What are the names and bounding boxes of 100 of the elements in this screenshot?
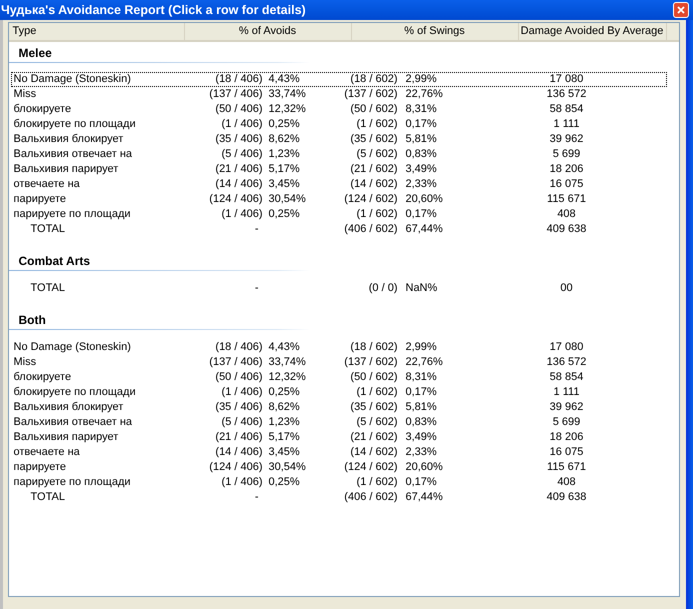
table-cell-text: 67,44% bbox=[406, 222, 443, 238]
table-row[interactable]: Вальхивия блокирует (35 / 406) 8,62% (35 / 602) 5,81% 39 962 bbox=[10, 132, 666, 147]
table-cell-text: (1 / 602) bbox=[356, 207, 398, 222]
table-cell-text: (0 / 0) bbox=[368, 281, 398, 296]
table-cell-text: TOTAL bbox=[30, 490, 65, 506]
table-row[interactable]: блокируете по площади (1 / 406) 0,25% (1 / 602) 0,17% 1 111 bbox=[10, 385, 666, 400]
table-cell-text: 1 111 bbox=[554, 117, 580, 132]
column-header[interactable]: Damage Avoided By Average bbox=[518, 23, 666, 40]
table-cell-text: 3,45% bbox=[268, 177, 300, 192]
table-cell-text: блокируете bbox=[14, 102, 72, 118]
table-cell-text: 136 572 bbox=[546, 87, 586, 102]
table-row[interactable]: TOTAL - (406 / 602) 67,44% 409 638 bbox=[10, 490, 666, 505]
table-row[interactable]: Вальхивия отвечает на (5 / 406) 1,23% (5 / 602) 0,83% 5 699 bbox=[10, 147, 666, 162]
table-cell-text: No Damage (Stoneskin) bbox=[14, 340, 131, 356]
table-cell-text: 16 075 bbox=[550, 445, 584, 460]
table-cell-text: (50 / 602) bbox=[350, 102, 398, 118]
table-row[interactable]: No Damage (Stoneskin) (18 / 406) 4,43% (18 / 602) 2,99% 17 080 bbox=[10, 72, 666, 87]
table-cell-text: NaN% bbox=[406, 281, 438, 296]
table-row[interactable]: Вальхивия отвечает на (5 / 406) 1,23% (5 / 602) 0,83% 5 699 bbox=[10, 415, 666, 430]
table-cell-text: 67,44% bbox=[406, 490, 443, 506]
table-cell-text: 0,83% bbox=[406, 147, 437, 162]
table-cell-text: 0,17% bbox=[406, 117, 437, 132]
table-cell-text: Вальхивия парирует bbox=[14, 430, 118, 446]
table-cell-text: блокируете по площади bbox=[14, 385, 136, 400]
table-cell-text: (50 / 406) bbox=[215, 102, 262, 118]
table-cell-text: 0,17% bbox=[406, 207, 437, 222]
table-row[interactable]: парируете (124 / 406) 30,54% (124 / 602) 20,60% 115 671 bbox=[10, 460, 666, 475]
table-cell-text: парируете по площади bbox=[14, 207, 131, 222]
table-cell-text: (35 / 406) bbox=[215, 400, 262, 416]
table-cell-text: 0,25% bbox=[268, 475, 300, 490]
table-cell-text: (1 / 406) bbox=[222, 117, 262, 132]
table-cell-text: 408 bbox=[557, 475, 576, 490]
table-row[interactable]: Вальхивия блокирует (35 / 406) 8,62% (35 / 602) 5,81% 39 962 bbox=[10, 400, 666, 415]
table-cell-text: (1 / 602) bbox=[356, 117, 398, 132]
close-button[interactable] bbox=[673, 2, 689, 18]
table-row[interactable]: TOTAL - (406 / 602) 67,44% 409 638 bbox=[10, 222, 666, 237]
table-cell-text: 2,33% bbox=[406, 445, 437, 460]
table-cell-text: блокируете по площади bbox=[14, 117, 136, 132]
table-cell-text: 5,17% bbox=[268, 162, 300, 178]
table-cell-text: 1,23% bbox=[268, 415, 300, 430]
section-heading: Melee bbox=[18, 45, 52, 62]
column-header[interactable]: % of Swings bbox=[352, 23, 518, 40]
table-cell-text: (124 / 406) bbox=[209, 460, 262, 476]
table-cell-text: (1 / 406) bbox=[222, 207, 262, 222]
table-cell-text: 8,31% bbox=[406, 370, 437, 386]
table-cell-text: 5 699 bbox=[552, 415, 580, 430]
table-row[interactable]: Miss (137 / 406) 33,74% (137 / 602) 22,76% 136 572 bbox=[10, 87, 666, 102]
table-cell-text: 408 bbox=[557, 207, 576, 222]
column-header[interactable]: % of Avoids bbox=[184, 23, 352, 40]
table-cell-text: 33,74% bbox=[268, 355, 306, 370]
table-cell-text: 115 671 bbox=[547, 460, 586, 476]
table-cell-text: (14 / 406) bbox=[215, 177, 262, 192]
table-cell-text: (124 / 602) bbox=[344, 192, 398, 208]
table-cell-text: 2,33% bbox=[406, 177, 437, 192]
table-cell-text: 8,62% bbox=[268, 400, 300, 416]
table-row[interactable]: Вальхивия парирует (21 / 406) 5,17% (21 / 602) 3,49% 18 206 bbox=[10, 430, 666, 445]
table-row[interactable]: TOTAL - (0 / 0) NaN% 00 bbox=[10, 281, 666, 296]
table-cell-text: (137 / 602) bbox=[344, 355, 398, 370]
column-header[interactable]: Type bbox=[8, 23, 184, 40]
table-cell-text: (124 / 406) bbox=[209, 192, 262, 208]
table-cell-text: 30,54% bbox=[268, 460, 306, 476]
table-row[interactable]: парируете по площади (1 / 406) 0,25% (1 / 602) 0,17% 408 bbox=[10, 207, 666, 222]
table-row[interactable]: блокируете (50 / 406) 12,32% (50 / 602) 8,31% 58 854 bbox=[10, 102, 666, 117]
table-cell-text: - bbox=[254, 222, 258, 238]
table-cell-text: парируете bbox=[14, 192, 66, 208]
table-cell-text: (124 / 602) bbox=[344, 460, 398, 476]
table-cell-text: 136 572 bbox=[546, 355, 586, 370]
table-cell-text: (5 / 406) bbox=[222, 147, 262, 162]
table-cell-text: 409 638 bbox=[546, 222, 586, 238]
table-row[interactable]: блокируете по площади (1 / 406) 0,25% (1 / 602) 0,17% 1 111 bbox=[10, 117, 666, 132]
table-cell-text: 1 111 bbox=[554, 385, 580, 400]
table-cell-text: 3,45% bbox=[268, 445, 300, 460]
table-row[interactable]: Miss (137 / 406) 33,74% (137 / 602) 22,76% 136 572 bbox=[10, 355, 666, 370]
table-cell-text: 17 080 bbox=[550, 340, 584, 356]
close-icon bbox=[677, 6, 685, 14]
table-row[interactable]: парируете по площади (1 / 406) 0,25% (1 / 602) 0,17% 408 bbox=[10, 475, 666, 490]
table-cell-text: TOTAL bbox=[30, 281, 65, 296]
table-cell-text: 00 bbox=[560, 281, 573, 296]
table-cell-text: (35 / 406) bbox=[215, 132, 262, 148]
table-cell-text: 0,83% bbox=[406, 415, 437, 430]
table-cell-text: (50 / 602) bbox=[350, 370, 398, 386]
table-row[interactable]: парируете (124 / 406) 30,54% (124 / 602) 20,60% 115 671 bbox=[10, 192, 666, 207]
table-row[interactable]: отвечаете на (14 / 406) 3,45% (14 / 602) 2,33% 16 075 bbox=[10, 445, 666, 460]
table-cell-text: (35 / 602) bbox=[350, 400, 398, 416]
table-cell-text: TOTAL bbox=[30, 222, 65, 238]
table-cell-text: - bbox=[254, 281, 258, 296]
table-cell-text: 22,76% bbox=[406, 87, 443, 102]
table-row[interactable]: Вальхивия парирует (21 / 406) 5,17% (21 / 602) 3,49% 18 206 bbox=[10, 162, 666, 177]
table-cell-text: 58 854 bbox=[550, 370, 584, 386]
table-cell-text: (5 / 406) bbox=[222, 415, 262, 430]
table-cell-text: (5 / 602) bbox=[356, 415, 398, 430]
window-title: Чудька's Avoidance Report (Click a row for details) bbox=[0, 2, 306, 19]
table-cell-text: (14 / 602) bbox=[350, 445, 398, 460]
table-cell-text: (35 / 602) bbox=[350, 132, 398, 148]
table-cell-text: отвечаете на bbox=[14, 445, 80, 460]
table-cell-text: 12,32% bbox=[268, 370, 306, 386]
table-row[interactable]: отвечаете на (14 / 406) 3,45% (14 / 602) 2,33% 16 075 bbox=[10, 177, 666, 192]
table-row[interactable]: No Damage (Stoneskin) (18 / 406) 4,43% (18 / 602) 2,99% 17 080 bbox=[10, 340, 666, 355]
table-cell-text: 58 854 bbox=[550, 102, 584, 118]
table-row[interactable]: блокируете (50 / 406) 12,32% (50 / 602) 8,31% 58 854 bbox=[10, 370, 666, 385]
